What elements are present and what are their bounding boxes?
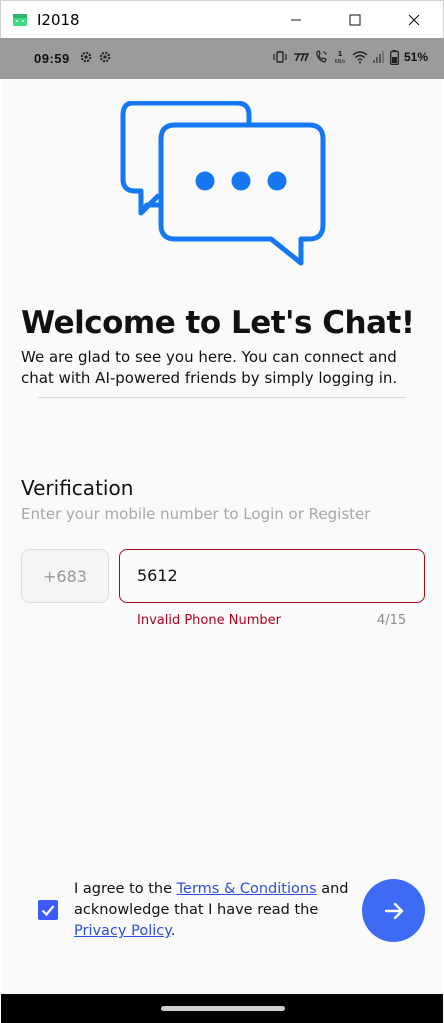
svg-text:KB/s: KB/s bbox=[334, 59, 345, 65]
welcome-title: Welcome to Let's Chat! bbox=[21, 305, 415, 341]
phone-field[interactable] bbox=[119, 549, 425, 603]
window-titlebar: I2018 bbox=[0, 0, 444, 38]
privacy-policy-link[interactable]: Privacy Policy bbox=[74, 923, 171, 939]
submit-button[interactable] bbox=[362, 879, 425, 942]
gear-icon bbox=[80, 51, 92, 63]
close-button[interactable] bbox=[385, 1, 443, 39]
phone-input[interactable] bbox=[137, 550, 417, 601]
wifi-calling-icon bbox=[316, 50, 327, 63]
phone-char-counter: 4/15 bbox=[377, 613, 407, 628]
gear-icon bbox=[99, 51, 111, 63]
arrow-right-icon bbox=[384, 902, 403, 919]
phone-status-bar: 09:59 1 KB/s 51% bbox=[0, 38, 444, 79]
volte-icon bbox=[293, 53, 309, 62]
signal-icon bbox=[372, 51, 384, 63]
maximize-button[interactable] bbox=[326, 1, 384, 39]
app-screen: Welcome to Let's Chat! We are glad to se… bbox=[1, 79, 443, 994]
vibrate-icon bbox=[273, 51, 287, 63]
agree-checkbox[interactable] bbox=[38, 900, 58, 920]
chat-bubbles-icon bbox=[120, 101, 326, 266]
minimize-icon bbox=[291, 19, 301, 21]
status-icons: 1 KB/s 51% bbox=[272, 49, 428, 65]
svg-text:1: 1 bbox=[338, 50, 343, 58]
battery-icon bbox=[390, 49, 399, 65]
minimize-button[interactable] bbox=[267, 1, 325, 39]
navigation-bar bbox=[1, 994, 443, 1023]
phone-error-message: Invalid Phone Number bbox=[137, 613, 281, 628]
verification-subtitle: Enter your mobile number to Login or Reg… bbox=[21, 505, 371, 523]
data-speed-icon: 1 KB/s bbox=[334, 50, 345, 65]
close-icon bbox=[408, 14, 420, 26]
agreement-text-part: I agree to the bbox=[74, 881, 177, 897]
android-icon bbox=[13, 14, 27, 26]
checkmark-icon bbox=[41, 905, 55, 917]
welcome-subtitle: We are glad to see you here. You can con… bbox=[21, 348, 398, 387]
window-title: I2018 bbox=[37, 11, 80, 29]
country-code-field[interactable]: +683 bbox=[21, 549, 109, 603]
maximize-icon bbox=[349, 14, 361, 26]
status-time: 09:59 bbox=[34, 51, 70, 66]
battery-percentage: 51% bbox=[403, 50, 428, 64]
agreement-text-part: . bbox=[170, 923, 176, 939]
home-gesture-handle[interactable] bbox=[161, 1006, 285, 1011]
wifi-icon bbox=[352, 51, 368, 64]
verification-title: Verification bbox=[21, 476, 134, 500]
divider bbox=[38, 397, 406, 398]
agreement-text: I agree to the Terms & Conditions and ac… bbox=[74, 879, 364, 942]
terms-link[interactable]: Terms & Conditions bbox=[177, 881, 317, 897]
